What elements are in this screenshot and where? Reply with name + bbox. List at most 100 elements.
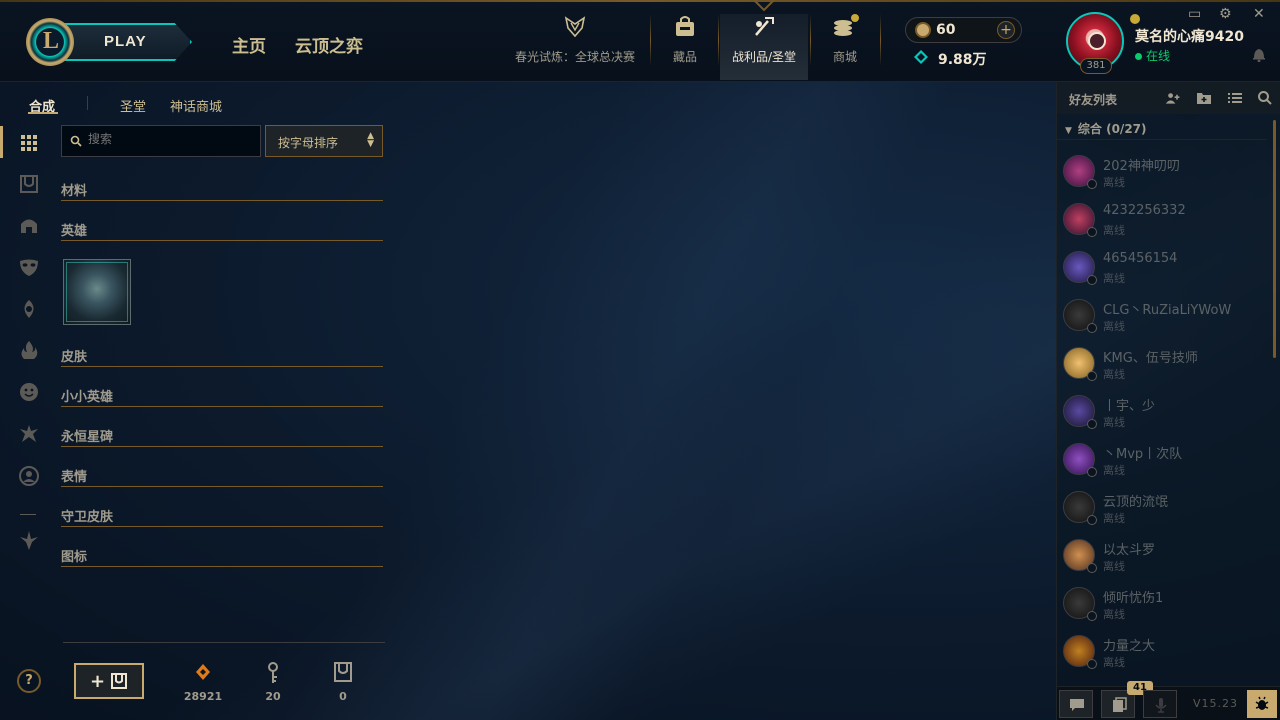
friend-row[interactable]: 465456154 离线: [1057, 243, 1273, 291]
friend-row[interactable]: 4232256332 离线: [1057, 195, 1273, 243]
nav-divider: [810, 14, 811, 66]
bell-icon[interactable]: [1252, 46, 1266, 62]
friend-status: 离线: [1103, 272, 1125, 285]
add-friend-icon[interactable]: [1165, 90, 1181, 106]
friend-name: 倾听忧伤1: [1103, 591, 1164, 606]
riot-points-icon: [915, 22, 931, 38]
champion-shard-tile[interactable]: [63, 259, 131, 325]
chat-bubble-icon: [1070, 699, 1084, 711]
chat-button[interactable]: [1059, 690, 1093, 718]
friend-name: 202神神叨叨: [1103, 159, 1180, 174]
add-chest-button[interactable]: +: [74, 663, 144, 699]
tab-loot[interactable]: 战利品/圣堂: [720, 14, 808, 80]
rp-value: 60: [936, 22, 956, 38]
section-little-legends[interactable]: 小小英雄: [61, 389, 383, 407]
friend-row[interactable]: 云顶的流氓 离线: [1057, 483, 1273, 531]
friends-title: 好友列表: [1069, 93, 1118, 107]
blue-essence-value: 9.88万: [938, 52, 987, 68]
search-icon[interactable]: [1257, 90, 1273, 106]
tab-home[interactable]: 主页: [232, 32, 266, 57]
friend-name: CLG丶RuZiaLiYWoW: [1103, 303, 1232, 318]
friend-avatar: [1063, 251, 1097, 285]
friend-row[interactable]: 丶Mvp丨次队 离线: [1057, 435, 1273, 483]
tft-little-legend-icon[interactable]: [16, 528, 42, 554]
section-materials[interactable]: 材料: [61, 183, 383, 201]
group-divider: [1057, 139, 1267, 140]
help-button[interactable]: ?: [17, 669, 41, 693]
friend-avatar: [1063, 491, 1097, 525]
list-view-icon[interactable]: [1227, 90, 1243, 106]
friend-row[interactable]: 力量之大 离线: [1057, 627, 1273, 675]
friend-avatar: [1063, 443, 1097, 477]
worlds-trophy-icon: [564, 16, 586, 38]
friend-status: 离线: [1103, 320, 1125, 333]
section-champions[interactable]: 英雄: [61, 223, 383, 241]
category-rail: [0, 122, 56, 582]
ward-icon[interactable]: [16, 296, 42, 322]
settings-gear-icon[interactable]: ⚙: [1219, 6, 1232, 22]
friend-row[interactable]: 以太斗罗 离线: [1057, 531, 1273, 579]
chest-icon[interactable]: [16, 171, 42, 197]
section-title: 永恒星碑: [61, 430, 114, 445]
event-tab[interactable]: 春光试炼：全球总决赛: [508, 14, 642, 80]
friend-status: 离线: [1103, 224, 1125, 237]
eternals-icon[interactable]: [16, 421, 42, 447]
friend-avatar: [1063, 587, 1097, 621]
section-ward-skins[interactable]: 守卫皮肤: [61, 509, 383, 527]
tab-collection[interactable]: 藏品: [660, 14, 710, 80]
friends-footer: 41 V15.23: [1057, 681, 1280, 720]
rail-active-indicator: [0, 126, 3, 158]
league-logo-icon[interactable]: L: [26, 18, 74, 66]
emote-face-icon[interactable]: [16, 379, 42, 405]
grid-all-icon[interactable]: [16, 130, 42, 156]
friend-row[interactable]: 丨宇、少 离线: [1057, 387, 1273, 435]
profile-icon[interactable]: [16, 463, 42, 489]
loot-label: 战利品/圣堂: [731, 50, 797, 64]
username[interactable]: 莫名的心痛9420: [1135, 26, 1244, 46]
friend-avatar: [1063, 347, 1097, 381]
keys-stat: 20: [253, 660, 293, 703]
plus-icon: +: [90, 671, 106, 692]
close-button[interactable]: ✕: [1253, 6, 1265, 22]
section-title: 英雄: [61, 224, 88, 239]
skin-mask-icon[interactable]: [16, 254, 42, 280]
friend-name: 丶Mvp丨次队: [1103, 447, 1183, 462]
online-status[interactable]: 在线: [1135, 47, 1170, 64]
champion-helmet-icon[interactable]: [16, 213, 42, 239]
add-folder-icon[interactable]: [1196, 90, 1212, 106]
bug-icon: [1255, 696, 1269, 710]
collection-label: 藏品: [672, 50, 697, 64]
friend-status: 离线: [1103, 608, 1125, 621]
search-input[interactable]: [88, 132, 248, 146]
level-badge: 381: [1080, 58, 1112, 74]
tab-store[interactable]: 商城: [820, 14, 870, 80]
minimize-button[interactable]: ▭: [1188, 6, 1201, 22]
buy-rp-button[interactable]: +: [997, 21, 1015, 39]
section-title: 图标: [61, 550, 88, 565]
tab-sanctum[interactable]: 圣堂: [120, 96, 146, 115]
bug-report-button[interactable]: [1247, 690, 1277, 718]
search-field[interactable]: [61, 125, 261, 157]
tab-mythic-shop[interactable]: 神话商城: [170, 96, 222, 115]
tab-tft[interactable]: 云顶之弈: [295, 32, 363, 57]
flame-icon[interactable]: [16, 338, 42, 364]
friend-avatar: [1063, 299, 1097, 333]
friend-row[interactable]: CLG丶RuZiaLiYWoW 离线: [1057, 291, 1273, 339]
sort-dropdown[interactable]: 按字母排序 ▲ ▼: [265, 125, 383, 157]
friends-scrollbar[interactable]: [1273, 120, 1276, 358]
section-emotes[interactable]: 表情: [61, 469, 383, 487]
chest-icon: [111, 673, 127, 689]
friend-row[interactable]: 倾听忧伤1 离线: [1057, 579, 1273, 627]
nav-divider: [650, 14, 651, 66]
section-eternals[interactable]: 永恒星碑: [61, 429, 383, 447]
voice-button[interactable]: [1143, 690, 1177, 718]
orange-essence-icon: [196, 664, 210, 680]
friend-group-header[interactable]: ▼ 综合 (0/27): [1065, 120, 1147, 137]
section-title: 皮肤: [61, 350, 88, 365]
friend-row[interactable]: KMG、伍号技师 离线: [1057, 339, 1273, 387]
friend-row[interactable]: 202神神叨叨 离线: [1057, 147, 1273, 195]
friend-avatar: [1063, 203, 1097, 237]
section-skins[interactable]: 皮肤: [61, 349, 383, 367]
section-icons[interactable]: 图标: [61, 549, 383, 567]
friend-name: 力量之大: [1103, 639, 1156, 654]
